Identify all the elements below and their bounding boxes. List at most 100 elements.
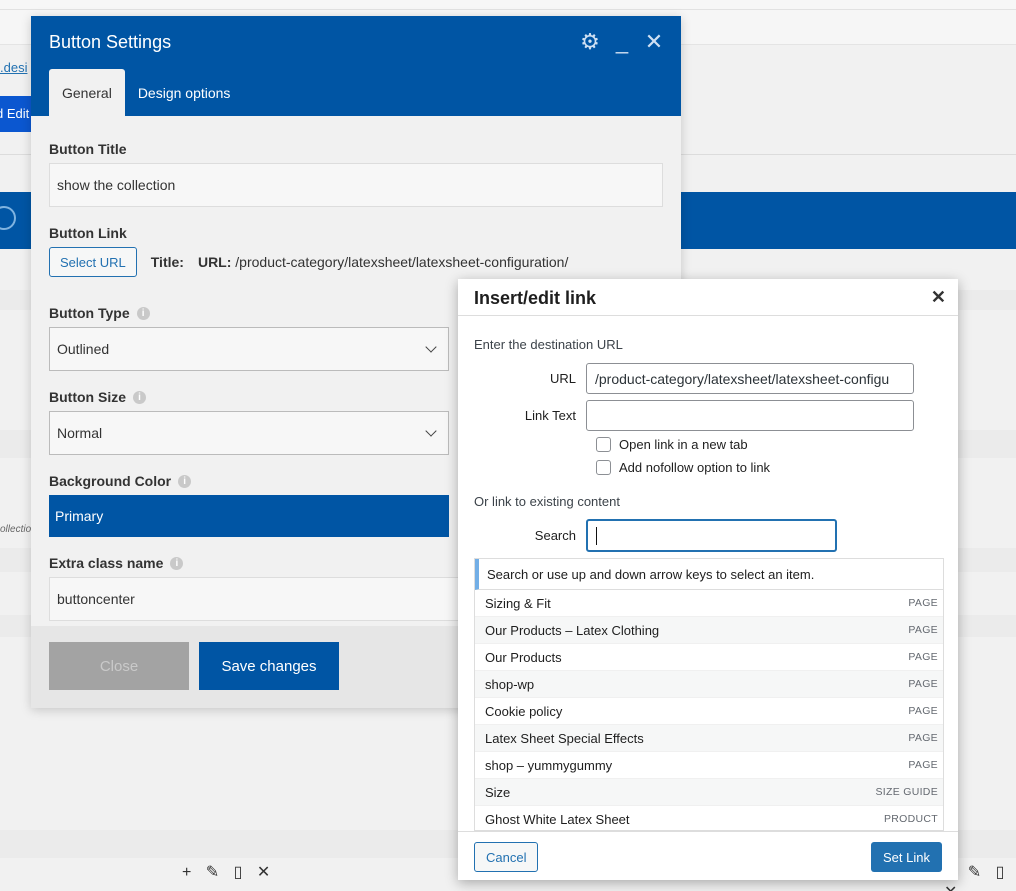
extra-class-label-text: Extra class name xyxy=(49,555,164,571)
chevron-down-icon xyxy=(425,425,437,437)
minimize-icon[interactable]: _ xyxy=(611,30,633,54)
result-title: Cookie policy xyxy=(485,703,563,719)
extra-class-value: buttoncenter xyxy=(57,591,135,607)
result-type: PAGE xyxy=(908,705,938,717)
link-text-input[interactable] xyxy=(586,400,914,431)
close-button[interactable]: Close xyxy=(49,642,189,690)
select-url-button[interactable]: Select URL xyxy=(49,247,137,277)
result-title: shop-wp xyxy=(485,676,535,692)
row-toolbar-icons[interactable]: + ✎ ▯ ✕ xyxy=(182,862,275,882)
result-type: PAGE xyxy=(908,759,938,771)
text-caret xyxy=(596,526,597,545)
result-title: Our Products – Latex Clothing xyxy=(485,622,660,638)
button-link-label: Button Link xyxy=(49,225,663,241)
result-item[interactable]: Cookie policy PAGE xyxy=(475,698,943,725)
result-title: Ghost White Latex Sheet xyxy=(485,811,630,827)
result-item[interactable]: Our Products PAGE xyxy=(475,644,943,671)
tab-general[interactable]: General xyxy=(49,69,125,116)
background-edit-label: d Edit xyxy=(0,106,30,121)
button-size-value: Normal xyxy=(57,425,103,441)
background-topbar xyxy=(0,0,1016,10)
info-icon[interactable]: i xyxy=(178,474,192,488)
url-row: URL /product-category/latexsheet/latexsh… xyxy=(474,363,914,394)
button-type-label-text: Button Type xyxy=(49,305,130,321)
close-icon[interactable]: ✕ xyxy=(643,30,665,54)
button-title-value: show the collection xyxy=(57,177,176,193)
link-url-label: URL: xyxy=(197,254,232,270)
result-type: PAGE xyxy=(908,597,938,609)
refresh-icon[interactable] xyxy=(0,206,16,230)
results-info: Search or use up and down arrow keys to … xyxy=(475,559,943,590)
button-size-label-text: Button Size xyxy=(49,389,126,405)
search-label: Search xyxy=(534,528,576,543)
result-title: Our Products xyxy=(485,649,562,665)
link-text-label: Link Text xyxy=(524,408,576,423)
result-item[interactable]: Sizing & Fit PAGE xyxy=(475,590,943,617)
results-list: Sizing & Fit PAGE Our Products – Latex Clo… xyxy=(475,590,943,830)
existing-content-heading: Or link to existing content xyxy=(474,494,620,509)
link-text-row: Link Text xyxy=(474,400,914,431)
result-item[interactable]: Our Products – Latex Clothing PAGE xyxy=(475,617,943,644)
result-title: Sizing & Fit xyxy=(485,595,551,611)
button-type-select[interactable]: Outlined xyxy=(49,327,449,371)
background-link[interactable]: .desi xyxy=(0,60,27,75)
search-row: Search xyxy=(474,519,837,552)
button-link-label-text: Button Link xyxy=(49,225,127,241)
url-input[interactable]: /product-category/latexsheet/latexsheet-… xyxy=(586,363,914,394)
panel-title: Button Settings xyxy=(49,32,172,52)
insert-edit-link-dialog: Insert/edit link ✕ Enter the destination… xyxy=(458,279,958,880)
result-type: PAGE xyxy=(908,651,938,663)
nofollow-option[interactable]: Add nofollow option to link xyxy=(596,460,770,475)
gear-icon[interactable]: ⚙ xyxy=(579,30,601,54)
result-item[interactable]: shop-wp PAGE xyxy=(475,671,943,698)
open-new-tab-option[interactable]: Open link in a new tab xyxy=(596,437,748,452)
nofollow-checkbox[interactable] xyxy=(596,460,611,475)
dialog-title: Insert/edit link xyxy=(474,288,597,308)
nofollow-label: Add nofollow option to link xyxy=(619,460,771,475)
panel-header-icons: ⚙ _ ✕ xyxy=(579,30,665,54)
background-color-label-text: Background Color xyxy=(49,473,172,489)
button-type-value: Outlined xyxy=(57,341,110,357)
panel-header: Button Settings ⚙ _ ✕ General Design opt… xyxy=(31,16,681,116)
result-type: PAGE xyxy=(908,624,938,636)
url-label: URL xyxy=(549,371,576,386)
result-type: PRODUCT xyxy=(883,813,938,825)
info-icon[interactable]: i xyxy=(170,556,184,570)
button-title-label: Button Title xyxy=(49,141,663,157)
save-changes-button[interactable]: Save changes xyxy=(199,642,339,690)
open-new-tab-checkbox[interactable] xyxy=(596,437,611,452)
result-type: SIZE GUIDE xyxy=(875,786,938,798)
result-item[interactable]: shop – yummygummy PAGE xyxy=(475,752,943,779)
search-input[interactable] xyxy=(586,519,837,552)
link-url-value: /product-category/latexsheet/latexsheet-… xyxy=(235,254,569,270)
tab-design-options[interactable]: Design options xyxy=(125,69,244,116)
result-item[interactable]: Ghost White Latex Sheet PRODUCT xyxy=(475,806,943,830)
close-icon[interactable]: ✕ xyxy=(931,287,946,308)
link-title-label: Title: xyxy=(150,254,184,270)
search-results[interactable]: Search or use up and down arrow keys to … xyxy=(474,558,944,831)
button-size-select[interactable]: Normal xyxy=(49,411,449,455)
result-type: PAGE xyxy=(908,732,938,744)
dialog-header: Insert/edit link ✕ xyxy=(458,279,958,316)
set-link-button[interactable]: Set Link xyxy=(871,842,942,872)
link-url-display: URL: /product-category/latexsheet/latexs… xyxy=(198,254,568,270)
destination-heading: Enter the destination URL xyxy=(474,337,623,352)
result-title: Latex Sheet Special Effects xyxy=(485,730,644,746)
result-type: PAGE xyxy=(908,678,938,690)
button-title-input[interactable]: show the collection xyxy=(49,163,663,207)
button-link-row: Select URL Title: URL: /product-category… xyxy=(49,247,663,277)
info-icon[interactable]: i xyxy=(133,390,146,404)
background-color-value: Primary xyxy=(55,508,104,524)
result-title: shop – yummygummy xyxy=(485,757,613,773)
background-color-select[interactable]: Primary xyxy=(49,495,449,537)
url-value: /product-category/latexsheet/latexsheet-… xyxy=(595,370,890,387)
cancel-button[interactable]: Cancel xyxy=(474,842,539,872)
panel-tabs: General Design options xyxy=(49,69,243,116)
chevron-down-icon xyxy=(425,341,437,353)
button-title-label-text: Button Title xyxy=(49,141,127,157)
result-item[interactable]: Size SIZE GUIDE xyxy=(475,779,943,806)
result-item[interactable]: Latex Sheet Special Effects PAGE xyxy=(475,725,943,752)
dialog-footer: Cancel Set Link xyxy=(458,831,958,880)
info-icon[interactable]: i xyxy=(136,306,150,320)
result-title: Size xyxy=(485,784,511,800)
